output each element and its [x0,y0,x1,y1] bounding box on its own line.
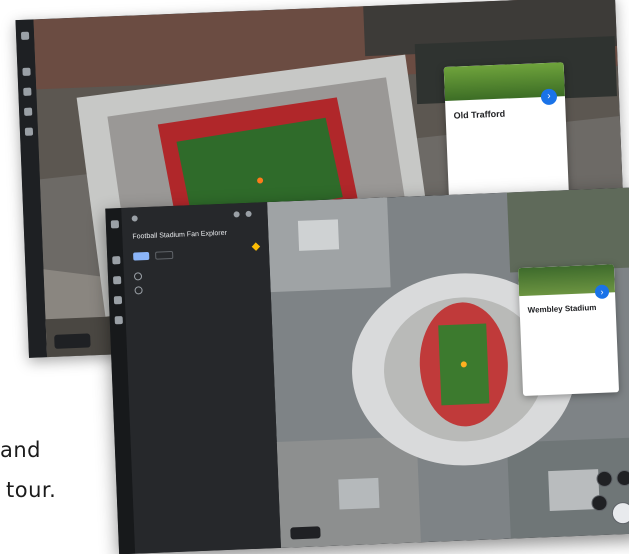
info-card-title: Old Trafford [453,108,506,121]
location-icon [133,272,143,281]
panel-footer[interactable] [135,538,281,544]
more-icon[interactable] [245,210,252,218]
menu-icon[interactable] [20,31,30,40]
menu-icon[interactable] [110,220,120,229]
present-button[interactable] [133,251,150,261]
info-card-description [454,122,558,126]
caption-line-1: and [0,438,42,462]
info-card-link[interactable] [454,126,558,130]
back-icon[interactable] [131,215,138,222]
search-icon[interactable] [22,67,31,76]
layers-icon[interactable] [114,316,123,325]
search-icon[interactable] [112,256,121,265]
projects-icon[interactable] [113,296,123,305]
list-item[interactable] [133,268,260,281]
caption-line-2: tour. [6,478,57,502]
map-controls-button[interactable] [54,333,91,349]
street-view-icon[interactable] [616,469,629,487]
chevron-icon[interactable]: › [540,88,558,106]
chevron-icon[interactable]: › [594,284,610,300]
map-controls-button[interactable] [290,526,321,540]
info-card-title: Wembley Stadium [527,303,597,315]
list-item[interactable] [134,281,260,295]
share-icon[interactable] [233,211,240,218]
voyager-icon[interactable] [112,276,122,285]
secondary-button[interactable] [155,250,174,260]
info-card-link[interactable] [528,322,608,325]
panel-toolbar [121,202,268,230]
voyager-icon[interactable] [23,87,32,96]
project-subtitle [133,242,259,247]
info-card-wembley[interactable]: › Wembley Stadium [517,264,620,397]
project-side-panel: Football Stadium Fan Explorer [121,202,282,554]
projects-icon[interactable] [23,107,33,116]
earth-window-wembley: Football Stadium Fan Explorer › Wembley … [105,187,629,554]
location-icon [134,286,143,295]
layers-icon[interactable] [24,127,34,136]
project-title: Football Stadium Fan Explorer [132,229,228,241]
info-card-description [528,318,608,321]
info-card-old-trafford[interactable]: › Old Trafford [443,62,570,209]
